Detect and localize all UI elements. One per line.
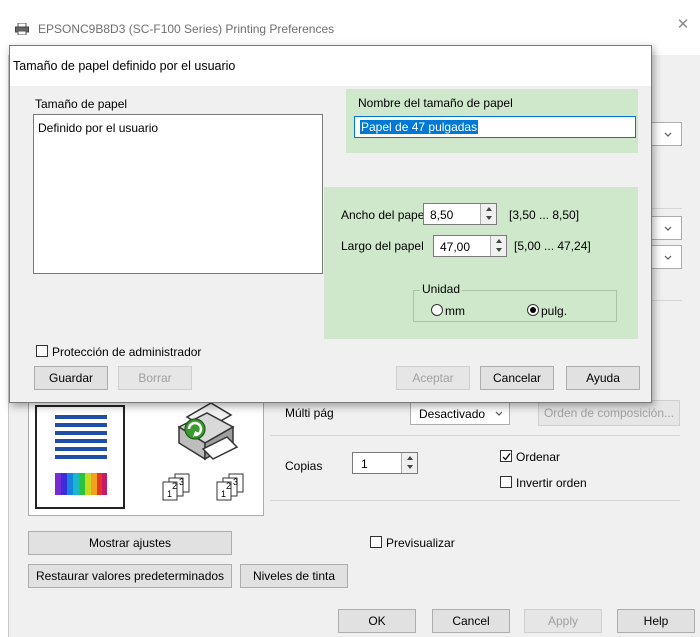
preview-label: Previsualizar [386, 536, 455, 550]
apply-button[interactable]: Apply [524, 609, 602, 633]
copy-number-2: 2 [172, 481, 177, 491]
printer-icon [15, 23, 29, 35]
show-settings-button[interactable]: Mostrar ajustes [28, 531, 232, 555]
delete-button[interactable]: Borrar [118, 366, 192, 390]
paper-name-input[interactable]: Papel de 47 pulgadas [354, 116, 636, 138]
width-spinner[interactable]: 8,50 [423, 203, 497, 225]
spin-up-icon[interactable] [406, 455, 414, 461]
dialog-help-button[interactable]: Ayuda [566, 366, 640, 390]
spin-up-icon[interactable] [495, 238, 503, 244]
window-title: EPSONC9B8D3 (SC-F100 Series) Printing Pr… [38, 22, 335, 36]
spin-down-icon[interactable] [485, 215, 493, 221]
close-icon[interactable]: ✕ [676, 17, 690, 32]
unit-label: Unidad [420, 282, 463, 296]
length-label: Largo del papel [341, 239, 424, 253]
dialog-title: Tamaño de papel definido por el usuario [13, 59, 236, 73]
paper-size-list[interactable]: Definido por el usuario [33, 114, 323, 274]
dialog-cancel-button[interactable]: Cancelar [480, 366, 554, 390]
color-bars-icon [55, 473, 107, 495]
collate-stack-icon: 1 2 3 [162, 473, 190, 501]
divider [650, 300, 682, 301]
layout-order-button[interactable]: Orden de composición... [538, 400, 680, 426]
spin-up-icon[interactable] [485, 206, 493, 212]
admin-protection-checkbox[interactable] [36, 345, 48, 357]
list-item[interactable]: Definido por el usuario [38, 121, 158, 135]
paper-name-value: Papel de 47 pulgadas [360, 120, 479, 134]
chevron-down-icon [664, 226, 672, 231]
page-preview-icon [35, 405, 125, 509]
divider [650, 208, 682, 209]
document-lines-icon [55, 415, 107, 459]
spin-down-icon[interactable] [406, 464, 414, 470]
cancel-button[interactable]: Cancel [432, 609, 510, 633]
unit-inch-label: pulg. [541, 304, 568, 318]
collate-stack-icon: 1 2 3 [216, 473, 244, 501]
width-label: Ancho del papel [341, 208, 428, 222]
width-spin-buttons[interactable] [480, 204, 496, 224]
copies-spinner[interactable]: 1 [352, 452, 418, 474]
unit-inch-radio[interactable] [527, 304, 539, 316]
paper-source-combo-edge[interactable] [652, 122, 682, 146]
copies-label: Copias [285, 459, 323, 473]
restore-defaults-button[interactable]: Restaurar valores predeterminados [28, 564, 232, 588]
copy-number-3: 3 [233, 477, 238, 487]
width-value: 8,50 [430, 208, 454, 222]
reverse-order-checkbox[interactable] [500, 476, 512, 488]
chevron-down-icon [664, 132, 672, 137]
help-button[interactable]: Help [617, 609, 695, 633]
paper-size-label: Tamaño de papel [35, 97, 128, 111]
paper-dimensions-panel: Ancho del papel 8,50 [3,50 ... 8,50] Lar… [324, 187, 638, 339]
user-defined-paper-size-dialog: Tamaño de papel definido por el usuario … [9, 45, 652, 403]
accept-button[interactable]: Aceptar [396, 366, 470, 390]
multipage-combo[interactable]: Desactivado [410, 401, 510, 425]
collate-label: Ordenar [516, 450, 561, 464]
copies-value: 1 [361, 457, 368, 471]
copies-spin-buttons[interactable] [401, 453, 417, 473]
paper-name-panel: Nombre del tamaño de papel Papel de 47 p… [346, 89, 638, 153]
unit-mm-radio[interactable] [431, 304, 443, 316]
multipage-value: Desactivado [419, 407, 486, 421]
length-spinner[interactable]: 47,00 [433, 235, 507, 257]
preview-checkbox[interactable] [370, 536, 382, 548]
width-range: [3,50 ... 8,50] [509, 208, 580, 222]
length-range: [5,00 ... 47,24] [514, 239, 591, 253]
quality-combo-edge[interactable] [652, 216, 682, 240]
paper-type-combo-edge[interactable] [652, 245, 682, 269]
chevron-down-icon [664, 255, 672, 260]
chevron-down-icon [495, 411, 503, 416]
reverse-order-label: Invertir orden [516, 476, 587, 490]
divider [270, 435, 680, 436]
ok-button[interactable]: OK [338, 609, 416, 633]
length-spin-buttons[interactable] [490, 236, 506, 256]
printer-rotate-icon [177, 402, 239, 461]
admin-protection-label: Protección de administrador [52, 345, 202, 359]
print-preview-panel: 1 2 3 1 2 3 [28, 394, 264, 516]
checkmark-icon [502, 453, 511, 461]
spin-down-icon[interactable] [495, 247, 503, 253]
length-value: 47,00 [440, 240, 471, 254]
ink-levels-button[interactable]: Niveles de tinta [240, 564, 348, 588]
multipage-label: Múlti pág [285, 406, 334, 420]
save-button[interactable]: Guardar [34, 366, 108, 390]
unit-mm-label: mm [445, 304, 465, 318]
paper-name-label: Nombre del tamaño de papel [358, 96, 513, 110]
copy-number-3: 3 [179, 477, 184, 487]
collate-checkbox[interactable] [500, 450, 512, 462]
copy-number-2: 2 [226, 481, 231, 491]
divider [270, 500, 680, 501]
